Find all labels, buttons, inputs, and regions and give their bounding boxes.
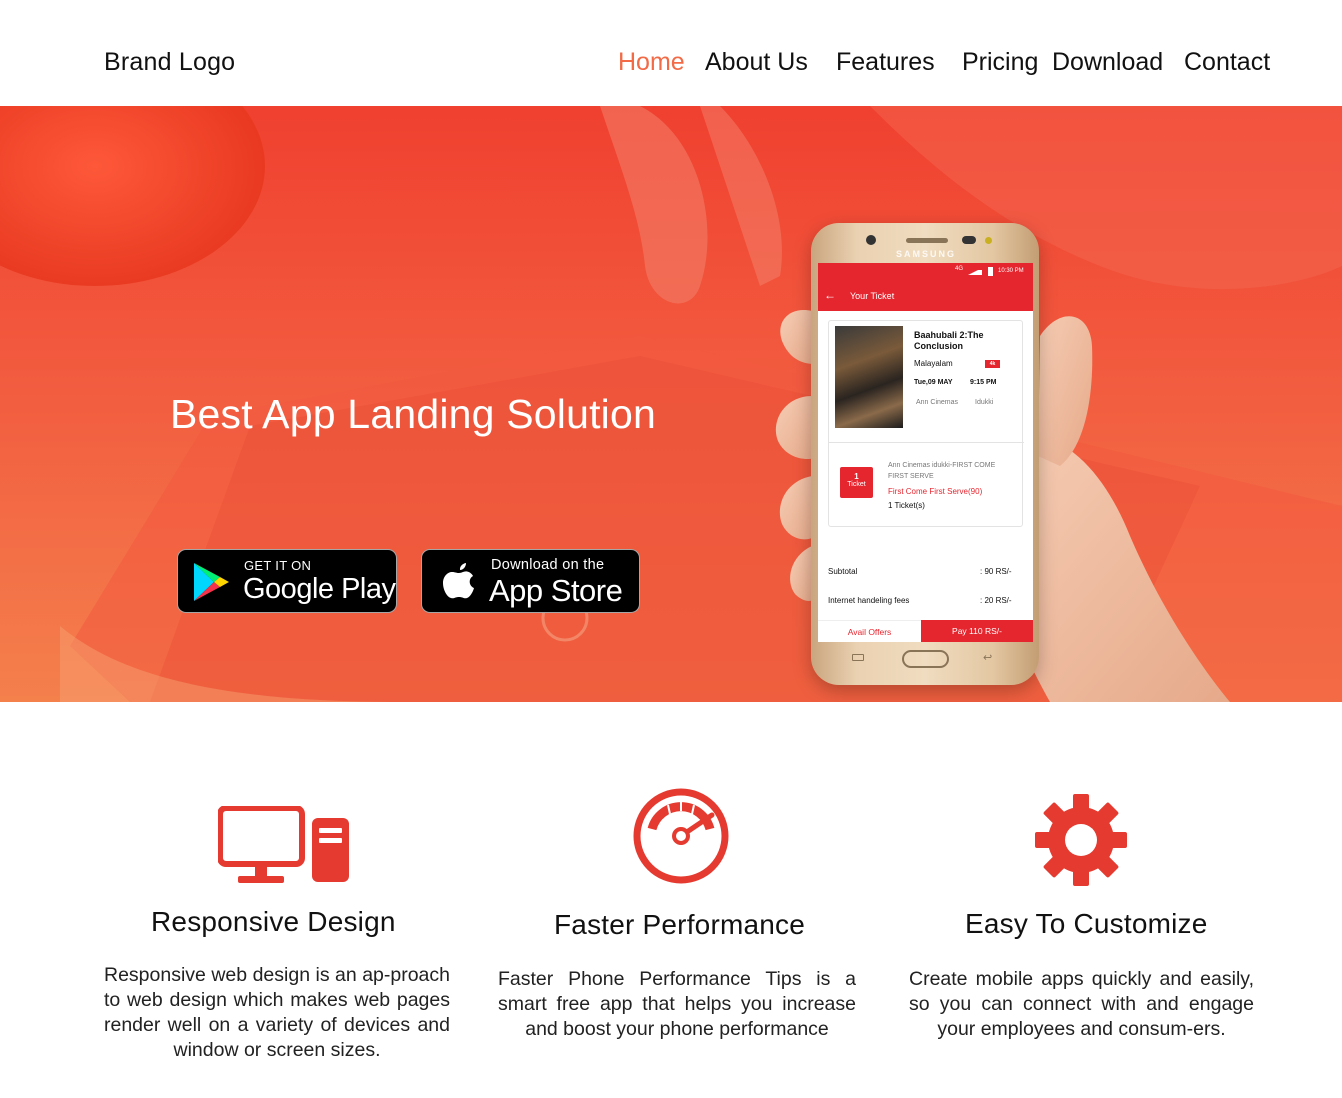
movie-title-line-1: Baahubali 2:The (914, 330, 984, 340)
subtotal-value: : 90 RS/- (980, 567, 1012, 576)
show-date: Tue,09 MAY (914, 379, 953, 386)
nav-features[interactable]: Features (836, 48, 935, 77)
home-key-icon (902, 650, 949, 668)
phone-screen: 4G 10:30 PM ← Your Ticket Baahubali 2:Th… (818, 263, 1033, 642)
recent-apps-icon (852, 654, 864, 661)
phone-led-icon (985, 237, 992, 244)
app-header: ← Your Ticket (818, 281, 1033, 311)
speedometer-icon (633, 788, 729, 884)
nav-contact[interactable]: Contact (1184, 48, 1270, 77)
show-time: 9:15 PM (970, 379, 997, 386)
feature-2-description: Faster Phone Performance Tips is a smart… (498, 968, 856, 1040)
feature-1-description: Responsive web design is an ap-proach to… (104, 964, 450, 1061)
signal-icon (968, 268, 982, 275)
phone-speaker-icon (906, 238, 948, 243)
hero-phone-mockup: SAMSUNG 4G 10:30 PM ← Your Ticket Baahub… (0, 106, 1342, 702)
nav-download[interactable]: Download (1052, 48, 1163, 77)
fees-label: Internet handeling fees (828, 596, 910, 605)
nav-pricing[interactable]: Pricing (962, 48, 1038, 77)
feature-2-title: Faster Performance (554, 909, 806, 940)
ticket-count-box: 1 Ticket (840, 467, 873, 498)
avail-offers-button[interactable]: Avail Offers (818, 620, 921, 642)
nav-home[interactable]: Home (618, 48, 685, 77)
phone-sensor-icon (962, 236, 976, 244)
ticket-count-number: 1 (854, 472, 859, 481)
phone-camera-icon (866, 235, 876, 245)
movie-language: Malayalam (914, 359, 953, 368)
nav-about-us[interactable]: About Us (705, 48, 808, 77)
fees-value: : 20 RS/- (980, 596, 1012, 605)
feature-3-title: Easy To Customize (965, 908, 1208, 939)
hand-illustration (775, 310, 1230, 702)
movie-title-line-2: Conclusion (914, 341, 963, 351)
subtotal-label: Subtotal (828, 567, 858, 576)
booking-line-2: FIRST SERVE (888, 473, 934, 480)
battery-icon (988, 267, 993, 276)
ticket-count-label: Ticket (847, 481, 866, 488)
back-arrow-icon[interactable]: ← (824, 288, 836, 302)
hero-section: Best App Landing Solution GET IT ON Goog… (0, 106, 1342, 702)
phone-status-bar: 4G 10:30 PM (818, 263, 1033, 281)
site-header: Brand Logo Home About Us Features Pricin… (0, 0, 1342, 106)
booking-quantity: 1 Ticket(s) (888, 501, 925, 510)
cinema-name: Ann Cinemas (916, 399, 959, 406)
back-key-icon: ↩ (983, 652, 993, 664)
ticket-divider (829, 442, 1024, 443)
cinema-city: Idukki (975, 399, 994, 406)
main-nav: Home About Us Features Pricing Download … (0, 48, 1342, 80)
movie-poster-image (835, 326, 903, 428)
network-label: 4G (955, 266, 964, 272)
app-screen-title: Your Ticket (850, 291, 895, 301)
booking-class: First Come First Serve(90) (888, 487, 983, 496)
desktop-computer-icon (218, 806, 349, 883)
feature-3-description: Create mobile apps quickly and easily, s… (909, 968, 1254, 1040)
booking-line-1: Ann Cinemas idukki-FIRST COME (888, 462, 996, 469)
feature-1-title: Responsive Design (151, 906, 396, 937)
gear-icon (1035, 794, 1127, 886)
phone-bottom-bar: Avail Offers Pay 110 RS/- (818, 620, 1033, 642)
ticket-card: Baahubali 2:The Conclusion Malayalam 4k … (828, 320, 1024, 527)
phone-brand-label: SAMSUNG (895, 249, 956, 259)
format-badge: 4k (985, 360, 1000, 368)
status-time: 10:30 PM (998, 268, 1024, 274)
pay-button[interactable]: Pay 110 RS/- (921, 620, 1033, 642)
